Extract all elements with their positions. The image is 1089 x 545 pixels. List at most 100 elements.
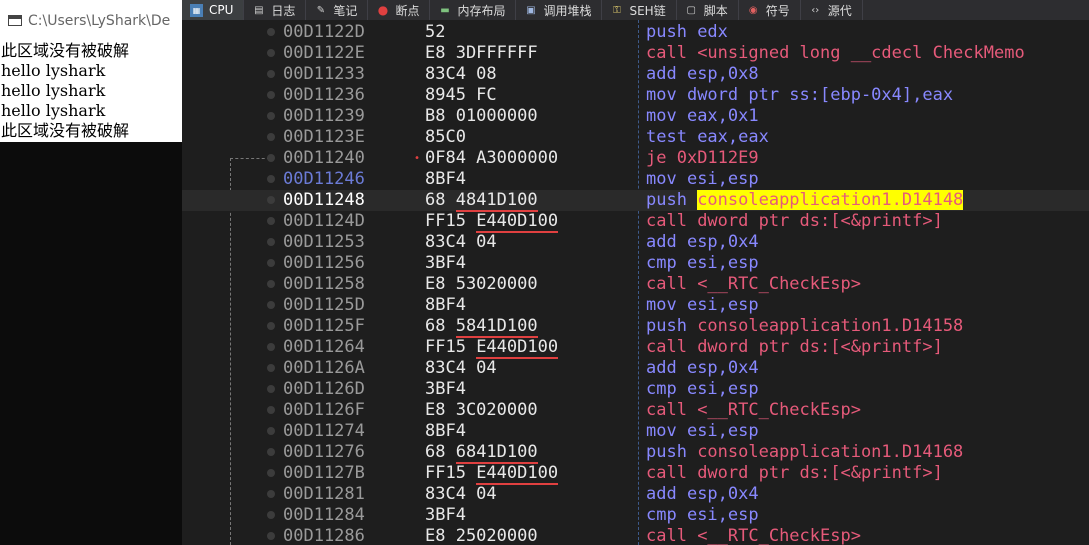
breakpoint-marker[interactable] — [267, 49, 275, 57]
instruction-row[interactable]: 00D11256 3BF4 cmp esi,esp — [182, 253, 1089, 274]
breakpoint-marker[interactable] — [267, 406, 275, 414]
breakpoint-marker[interactable] — [267, 91, 275, 99]
instruction-address: 00D11286 — [283, 526, 365, 545]
breakpoint-marker[interactable] — [267, 28, 275, 36]
instruction-text: push consoleapplication1.D14148 — [646, 190, 964, 210]
breakpoint-marker[interactable] — [267, 427, 275, 435]
breakpoint-marker[interactable] — [267, 490, 275, 498]
instruction-bytes: 8BF4 — [425, 421, 466, 441]
instruction-row[interactable]: 00D1125F 68 5841D100 push consoleapplicati… — [182, 316, 1089, 338]
instruction-address: 00D11253 — [283, 232, 365, 252]
instruction-address: 00D11256 — [283, 253, 365, 273]
instruction-bytes: 68 5841D100 — [425, 316, 538, 338]
breakpoint-marker[interactable] — [267, 175, 275, 183]
breakpoint-marker[interactable] — [267, 259, 275, 267]
instruction-address: 00D11248 — [283, 190, 365, 210]
instruction-address: 00D11233 — [283, 64, 365, 84]
instruction-bytes: 0F84 A3000000 — [425, 148, 559, 168]
console-line: hello lyshark — [1, 101, 106, 120]
instruction-row[interactable]: 00D11248 68 4841D100 push consoleapplicati… — [182, 190, 1089, 212]
instruction-row[interactable]: 00D1122D 52 push edx — [182, 22, 1089, 43]
instruction-row[interactable]: 00D11276 68 6841D100 push consoleapplicati… — [182, 442, 1089, 464]
breakpoint-marker[interactable] — [267, 301, 275, 309]
instruction-row[interactable]: 00D11240 • 0F84 A3000000 je 0xD112E9 — [182, 148, 1089, 169]
breakpoint-marker[interactable] — [267, 70, 275, 78]
breakpoint-marker[interactable] — [267, 280, 275, 288]
instruction-row[interactable]: 00D11233 83C4 08 add esp,0x8 — [182, 64, 1089, 85]
instruction-row[interactable]: 00D11246 8BF4 mov esi,esp — [182, 169, 1089, 190]
tab-source[interactable]: ‹› 源代 — [801, 0, 863, 20]
console-titlebar[interactable]: C:\Users\LyShark\De — [0, 0, 182, 41]
breakpoint-marker[interactable] — [267, 154, 275, 162]
instruction-text: call dword ptr ds:[<&printf>] — [646, 337, 943, 357]
tab-cpu[interactable]: ▦ CPU — [182, 0, 245, 20]
console-line: 此区域没有被破解 — [1, 41, 130, 60]
instruction-text: cmp esi,esp — [646, 505, 759, 525]
notes-icon: ✎ — [316, 4, 326, 16]
instruction-text: call dword ptr ds:[<&printf>] — [646, 463, 943, 483]
instruction-row[interactable]: 00D1122E E8 3DFFFFFF call <unsigned long _… — [182, 43, 1089, 64]
breakpoint-marker[interactable] — [267, 133, 275, 141]
breakpoint-marker[interactable] — [267, 385, 275, 393]
breakpoint-marker[interactable] — [267, 448, 275, 456]
instruction-text: mov dword ptr ss:[ebp-0x4],eax — [646, 85, 954, 105]
tab-breakpoints[interactable]: ● 断点 — [368, 0, 431, 20]
seh-chain-icon: ⚿ — [613, 4, 621, 16]
console-output: 此区域没有被破解 hello lyshark hello lyshark hel… — [0, 41, 182, 545]
instruction-row[interactable]: 00D11284 3BF4 cmp esi,esp — [182, 505, 1089, 526]
instruction-text: add esp,0x4 — [646, 358, 759, 378]
instruction-row[interactable]: 00D11274 8BF4 mov esi,esp — [182, 421, 1089, 442]
instruction-row[interactable]: 00D1127B FF15 E440D100 call dword ptr ds:[… — [182, 463, 1089, 485]
tab-script[interactable]: ▢ 脚本 — [677, 0, 739, 20]
instruction-row[interactable]: 00D11281 83C4 04 add esp,0x4 — [182, 484, 1089, 505]
instruction-row[interactable]: 00D11239 B8 01000000 mov eax,0x1 — [182, 106, 1089, 127]
debugger-window: ▦ CPU ▤ 日志 ✎ 笔记 ● 断点 ▬ 内存布局 ▣ 调用堆栈 ⚿ SEH… — [182, 0, 1089, 545]
instruction-bytes: 8945 FC — [425, 85, 497, 105]
breakpoint-marker[interactable] — [267, 196, 275, 204]
breakpoint-marker[interactable] — [267, 364, 275, 372]
tab-call-stack[interactable]: ▣ 调用堆栈 — [516, 0, 603, 20]
console-line: hello lyshark — [1, 61, 106, 80]
instruction-text: push consoleapplication1.D14158 — [646, 316, 964, 336]
instruction-text: cmp esi,esp — [646, 253, 759, 273]
instruction-row[interactable]: 00D1126D 3BF4 cmp esi,esp — [182, 379, 1089, 400]
instruction-text: cmp esi,esp — [646, 379, 759, 399]
breakpoint-marker[interactable] — [267, 217, 275, 225]
breakpoint-marker[interactable] — [267, 322, 275, 330]
instruction-text: mov esi,esp — [646, 169, 759, 189]
instruction-row[interactable]: 00D11258 E8 53020000 call <__RTC_CheckEsp> — [182, 274, 1089, 295]
disassembly-view[interactable]: 00D1122D 52 push edx 00D1122E E8 3DFFFFFF cal… — [182, 20, 1089, 545]
breakpoint-marker[interactable] — [267, 112, 275, 120]
tab-label: 断点 — [395, 3, 420, 18]
console-window-icon — [8, 15, 22, 26]
tab-seh-chain[interactable]: ⚿ SEH链 — [602, 0, 677, 20]
instruction-address: 00D1122D — [283, 22, 365, 42]
instruction-row[interactable]: 00D11253 83C4 04 add esp,0x4 — [182, 232, 1089, 253]
breakpoint-marker[interactable] — [267, 511, 275, 519]
instruction-row[interactable]: 00D1123E 85C0 test eax,eax — [182, 127, 1089, 148]
instruction-row[interactable]: 00D11264 FF15 E440D100 call dword ptr ds:[… — [182, 337, 1089, 359]
instruction-row[interactable]: 00D1124D FF15 E440D100 call dword ptr ds:[… — [182, 211, 1089, 233]
instruction-row[interactable]: 00D11286 E8 25020000 call <__RTC_CheckEsp> — [182, 526, 1089, 545]
tab-symbols[interactable]: ◉ 符号 — [739, 0, 801, 20]
tab-log[interactable]: ▤ 日志 — [244, 0, 307, 20]
instruction-bytes: E8 3DFFFFFF — [425, 43, 538, 63]
tab-memory-map[interactable]: ▬ 内存布局 — [430, 0, 517, 20]
call-stack-icon: ▣ — [526, 4, 536, 16]
instruction-bytes: B8 01000000 — [425, 106, 538, 126]
instruction-text: call <__RTC_CheckEsp> — [646, 526, 861, 545]
instruction-row[interactable]: 00D1126A 83C4 04 add esp,0x4 — [182, 358, 1089, 379]
tab-bar: ▦ CPU ▤ 日志 ✎ 笔记 ● 断点 ▬ 内存布局 ▣ 调用堆栈 ⚿ SEH… — [182, 0, 1089, 20]
instruction-address: 00D11276 — [283, 442, 365, 462]
cpu-icon: ▦ — [190, 3, 203, 17]
instruction-row[interactable]: 00D11236 8945 FC mov dword ptr ss:[ebp-0x4… — [182, 85, 1089, 106]
breakpoint-marker[interactable] — [267, 238, 275, 246]
breakpoint-marker[interactable] — [267, 343, 275, 351]
breakpoint-marker[interactable] — [267, 469, 275, 477]
instruction-row[interactable]: 00D1126F E8 3C020000 call <__RTC_CheckEsp> — [182, 400, 1089, 421]
instruction-text: push edx — [646, 22, 728, 42]
instruction-row[interactable]: 00D1125D 8BF4 mov esi,esp — [182, 295, 1089, 316]
tab-notes[interactable]: ✎ 笔记 — [306, 0, 369, 20]
tab-label: 符号 — [765, 3, 790, 18]
breakpoint-marker[interactable] — [267, 532, 275, 540]
